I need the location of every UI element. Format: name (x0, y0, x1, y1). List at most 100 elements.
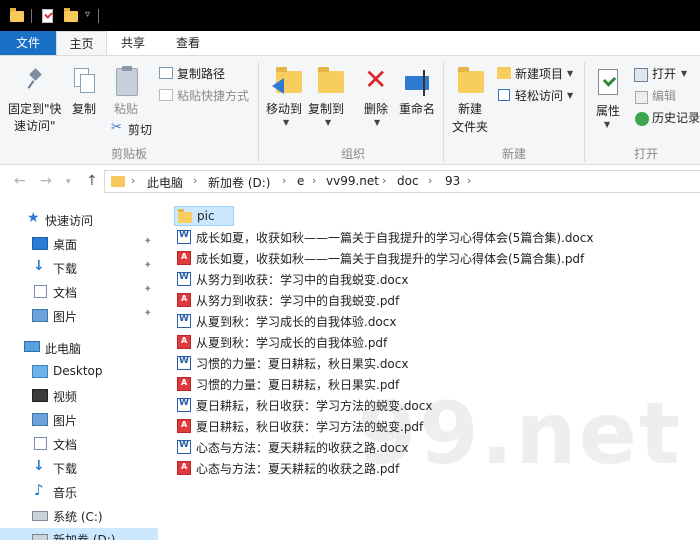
breadcrumb-vv99[interactable]: vv99.net (326, 174, 379, 188)
word-document-icon (177, 356, 191, 370)
file-name: 从努力到收获：学习中的自我蜕变.docx (196, 273, 409, 287)
new-folder-label-line1: 新建 (458, 102, 483, 116)
tab-home[interactable]: 主页 (56, 31, 107, 55)
nav-label: 音乐 (53, 486, 78, 500)
breadcrumb-separator-icon[interactable]: › (193, 174, 197, 187)
breadcrumb-93[interactable]: 93 (445, 174, 460, 188)
new-folder-icon (458, 67, 484, 93)
breadcrumb-this-pc[interactable]: 此电脑 (147, 174, 183, 191)
up-arrow-icon[interactable]: ↑ (86, 173, 98, 189)
copy-to-icon (318, 67, 344, 93)
nav-item-pc-downloads[interactable]: ↓ 下载 (0, 457, 158, 479)
ribbon-tabs: 文件 主页 共享 查看 (0, 31, 700, 55)
tab-share[interactable]: 共享 (107, 31, 159, 55)
nav-label: 新加卷 (D:) (53, 533, 116, 540)
desktop-icon (32, 237, 48, 250)
nav-item-drive-d[interactable]: 新加卷 (D:) (0, 528, 158, 540)
nav-label: 下载 (53, 262, 78, 276)
clipboard-group-label: 剪贴板 (111, 147, 148, 161)
breadcrumb-separator-icon[interactable]: › (131, 174, 135, 187)
word-document-icon (177, 314, 191, 328)
drive-icon (32, 511, 48, 521)
open-label: 打开 (652, 67, 677, 81)
file-name: 习惯的力量：夏日耕耘，秋日果实.pdf (196, 378, 400, 392)
nav-item-documents[interactable]: 文档 ✦ (0, 281, 158, 303)
open-icon (634, 68, 648, 82)
nav-item-desktop[interactable]: 桌面 ✦ (0, 233, 158, 255)
pin-label-line1: 固定到"快 (8, 102, 62, 116)
nav-item-downloads[interactable]: ↓ 下载 ✦ (0, 257, 158, 279)
customize-quick-access-icon[interactable]: ▿ (85, 9, 90, 25)
star-icon: ★ (27, 210, 40, 226)
nav-item-pc-pictures[interactable]: 图片 (0, 409, 158, 431)
properties-icon[interactable] (42, 9, 53, 23)
tab-view[interactable]: 查看 (159, 31, 217, 55)
file-name: 成长如夏，收获如秋——一篇关于自我提升的学习心得体会(5篇合集).docx (196, 231, 594, 245)
title-bar: ▿ (0, 0, 700, 31)
new-folder-label-line2: 文件夹 (452, 120, 489, 134)
nav-label: 桌面 (53, 238, 78, 252)
nav-item-pc-documents[interactable]: 文档 (0, 433, 158, 455)
delete-icon: ✕ (364, 63, 388, 96)
nav-label: 系统 (C:) (53, 510, 103, 524)
nav-label: 此电脑 (45, 342, 82, 356)
group-divider (443, 62, 444, 162)
nav-label: 图片 (53, 414, 78, 428)
pin-icon[interactable]: ✦ (144, 236, 152, 247)
file-name: 夏日耕耘，秋日收获：学习方法的蜕变.pdf (196, 420, 424, 434)
file-list: pic 成长如夏，收获如秋——一篇关于自我提升的学习心得体会(5篇合集).doc… (158, 199, 700, 540)
paste-label: 粘贴 (114, 102, 139, 116)
new-item-icon (497, 67, 511, 79)
breadcrumb-doc[interactable]: doc (397, 174, 419, 188)
chevron-down-icon: ▼ (567, 69, 574, 78)
properties-icon (598, 69, 618, 95)
address-bar[interactable]: › 此电脑 › 新加卷 (D:) › e › vv99.net › doc › … (104, 170, 700, 193)
nav-item-pictures[interactable]: 图片 ✦ (0, 305, 158, 327)
breadcrumb-separator-icon[interactable]: › (282, 174, 286, 187)
tab-file[interactable]: 文件 (0, 31, 56, 55)
file-name: 从夏到秋：学习成长的自我体验.docx (196, 315, 397, 329)
toolbar-divider (31, 9, 32, 23)
nav-item-drive-c[interactable]: 系统 (C:) (0, 505, 158, 527)
folder-icon (111, 176, 125, 187)
music-icon: ♪ (34, 481, 44, 499)
back-arrow-icon[interactable]: ← (14, 173, 26, 189)
nav-item-music[interactable]: ♪ 音乐 (0, 481, 158, 503)
nav-item-quick-access[interactable]: ★ 快速访问 (0, 209, 158, 231)
new-folder-icon[interactable] (64, 8, 78, 22)
nav-label: 图片 (53, 310, 78, 324)
document-icon (34, 437, 47, 450)
group-divider (584, 62, 585, 162)
nav-item-videos[interactable]: 视频 (0, 385, 158, 407)
paste-shortcut-icon (159, 89, 173, 101)
forward-arrow-icon[interactable]: → (40, 173, 52, 189)
chevron-down-icon: ▼ (374, 118, 381, 127)
breadcrumb-e[interactable]: e (297, 174, 304, 188)
nav-item-this-pc[interactable]: 此电脑 (0, 337, 158, 359)
nav-label: Desktop (53, 364, 103, 378)
copy-label: 复制 (72, 102, 97, 116)
breadcrumb-drive-d[interactable]: 新加卷 (D:) (208, 174, 270, 191)
pin-icon[interactable]: ✦ (144, 308, 152, 319)
chevron-down-icon: ▼ (681, 69, 688, 78)
folder-icon[interactable] (10, 8, 24, 22)
breadcrumb-separator-icon[interactable]: › (428, 174, 432, 187)
folder-icon (178, 209, 192, 223)
pin-icon[interactable]: ✦ (144, 260, 152, 271)
file-name: 夏日耕耘，秋日收获：学习方法的蜕变.docx (196, 399, 433, 413)
pin-icon (27, 70, 41, 90)
list-item-folder[interactable]: pic (174, 206, 234, 226)
breadcrumb-separator-icon[interactable]: › (382, 174, 386, 187)
file-name: 习惯的力量：夏日耕耘，秋日果实.docx (196, 357, 409, 371)
recent-locations-chevron-icon[interactable]: ▾ (66, 177, 71, 187)
move-arrow-icon (272, 78, 284, 94)
breadcrumb-separator-icon[interactable]: › (312, 174, 316, 187)
nav-label: 文档 (53, 286, 78, 300)
group-divider (258, 62, 259, 162)
move-to-label: 移动到 (266, 102, 303, 116)
file-name: 心态与方法：夏天耕耘的收获之路.pdf (196, 462, 400, 476)
pin-icon[interactable]: ✦ (144, 284, 152, 295)
nav-item-pc-desktop[interactable]: Desktop (0, 361, 158, 383)
breadcrumb-separator-icon[interactable]: › (467, 174, 471, 187)
open-group-label: 打开 (634, 147, 659, 161)
